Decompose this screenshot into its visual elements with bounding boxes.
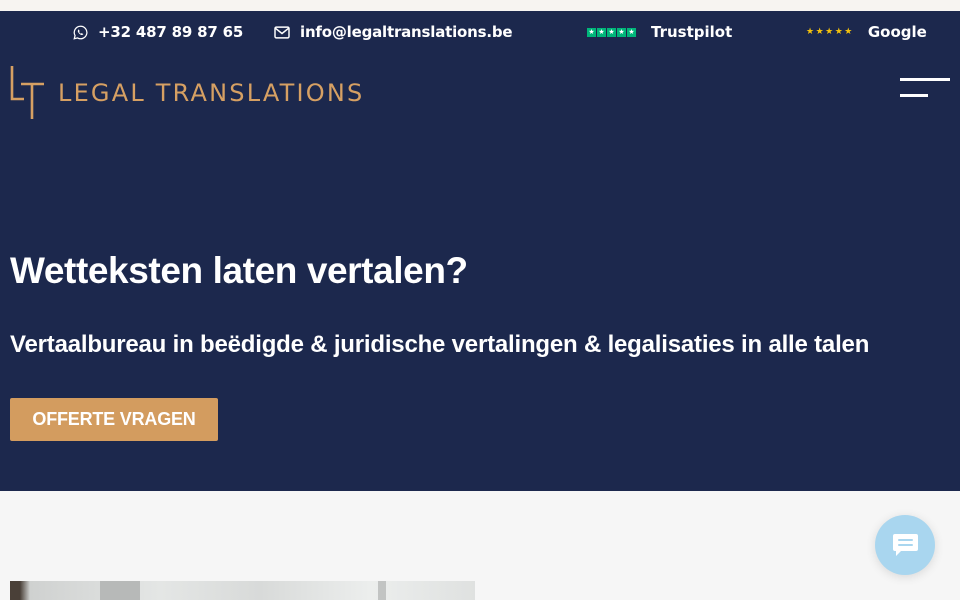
envelope-icon	[274, 25, 290, 39]
hamburger-menu-icon[interactable]	[900, 78, 950, 100]
trustpilot-stars-icon: ★ ★ ★ ★ ★	[587, 27, 636, 37]
hero-subtitle: Vertaalbureau in beëdigde & juridische v…	[10, 331, 870, 358]
menu-line-bottom	[900, 94, 928, 97]
google-label: Google	[867, 23, 927, 41]
menu-line-top	[900, 78, 950, 81]
email-link[interactable]: info@legaltranslations.be	[274, 22, 513, 42]
chat-bubble-icon	[892, 533, 918, 556]
email-address: info@legaltranslations.be	[300, 23, 513, 41]
trustpilot-rating[interactable]: ★ ★ ★ ★ ★ Trustpilot	[587, 22, 732, 42]
trustpilot-label: Trustpilot	[651, 23, 733, 41]
whatsapp-icon	[73, 25, 88, 40]
top-strip	[0, 0, 960, 11]
office-photo	[10, 581, 475, 600]
lt-monogram-icon	[10, 66, 44, 119]
google-rating[interactable]: ★★★★★ Google	[806, 22, 927, 42]
hero-title: Wetteksten laten vertalen?	[10, 250, 468, 291]
phone-link[interactable]: +32 487 89 87 65	[73, 22, 243, 42]
phone-number: +32 487 89 87 65	[98, 23, 244, 41]
logo-text: LEGAL TRANSLATIONS	[58, 78, 365, 107]
site-logo[interactable]: LEGAL TRANSLATIONS	[10, 66, 364, 119]
google-stars-icon: ★★★★★	[806, 27, 854, 37]
chat-widget-button[interactable]	[875, 515, 935, 575]
request-quote-button[interactable]: OFFERTE VRAGEN	[10, 398, 218, 441]
